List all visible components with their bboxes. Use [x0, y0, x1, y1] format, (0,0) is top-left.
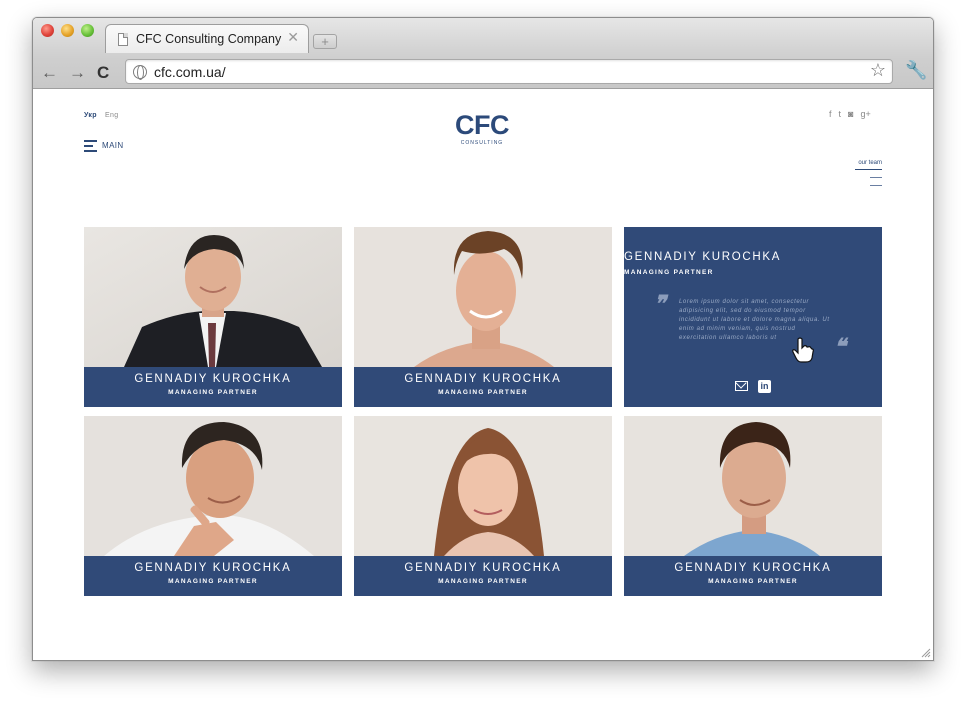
team-photo — [84, 416, 342, 556]
section-nav-dash[interactable] — [870, 177, 882, 178]
lang-ukr-link[interactable]: Укр — [84, 112, 97, 119]
team-member-role: MANAGING PARTNER — [438, 578, 528, 585]
team-member-name: GENNADIY KUROCHKA — [404, 562, 562, 574]
forward-arrow-icon[interactable]: → — [69, 64, 86, 81]
team-caption: GENNADIY KUROCHKA MANAGING PARTNER — [84, 556, 342, 596]
logo-subtitle: CONSULTING — [460, 140, 504, 146]
cfc-logo[interactable]: CFC CONSULTING — [454, 110, 510, 147]
browser-tab[interactable]: CFC Consulting Company ✕ — [105, 24, 309, 53]
instagram-icon[interactable]: ◙ — [848, 110, 853, 119]
team-photo — [624, 416, 882, 556]
back-arrow-icon[interactable]: ← — [41, 64, 58, 81]
logo-mark: CFC — [455, 110, 510, 140]
team-member-name: GENNADIY KUROCHKA — [134, 562, 292, 574]
social-links: f t ◙ g+ — [829, 110, 871, 119]
team-caption: GENNADIY KUROCHKA MANAGING PARTNER — [354, 556, 612, 596]
twitter-icon[interactable]: t — [839, 110, 842, 119]
team-photo — [84, 227, 342, 367]
section-nav-active-line — [855, 169, 882, 170]
wrench-icon[interactable]: 🔧 — [905, 61, 927, 79]
google-plus-icon[interactable]: g+ — [860, 110, 870, 119]
team-member-role: MANAGING PARTNER — [168, 389, 258, 396]
web-page: Укр Eng MAIN CFC CONSULTING f t ◙ g+ our… — [33, 90, 933, 660]
menu-label: MAIN — [102, 141, 124, 150]
browser-toolbar: CFC Consulting Company ✕ + ← → C cfc.com… — [33, 18, 933, 89]
team-member-name: GENNADIY KUROCHKA — [134, 373, 292, 385]
quote-open-icon: ❞ — [654, 291, 666, 317]
section-nav-dash[interactable] — [870, 185, 882, 186]
section-nav: our team — [855, 160, 882, 186]
team-member-role: MANAGING PARTNER — [708, 578, 798, 585]
team-card[interactable]: GENNADIY KUROCHKA MANAGING PARTNER — [354, 416, 612, 596]
globe-icon — [133, 65, 147, 80]
bookmark-star-icon[interactable]: ☆ — [870, 61, 886, 79]
browser-window: CFC Consulting Company ✕ + ← → C cfc.com… — [32, 17, 934, 661]
url-text[interactable]: cfc.com.ua/ — [154, 64, 226, 80]
team-photo — [354, 227, 612, 367]
team-member-role: MANAGING PARTNER — [438, 389, 528, 396]
page-icon — [118, 33, 128, 46]
linkedin-icon[interactable]: in — [758, 380, 771, 393]
tab-title: CFC Consulting Company — [136, 32, 282, 46]
team-card-featured[interactable]: GENNADIY KUROCHKA MANAGING PARTNER ❞ Lor… — [624, 227, 882, 407]
hand-cursor-icon — [792, 337, 814, 363]
team-card[interactable]: GENNADIY KUROCHKA MANAGING PARTNER — [84, 227, 342, 407]
tab-close-icon[interactable]: ✕ — [287, 30, 299, 44]
team-member-name: GENNADIY KUROCHKA — [674, 562, 832, 574]
new-tab-button[interactable]: + — [313, 34, 337, 49]
team-caption: GENNADIY KUROCHKA MANAGING PARTNER — [84, 367, 342, 407]
team-card[interactable]: GENNADIY KUROCHKA MANAGING PARTNER — [354, 227, 612, 407]
hamburger-icon — [84, 140, 97, 155]
team-card[interactable]: GENNADIY KUROCHKA MANAGING PARTNER — [624, 416, 882, 596]
team-member-role: MANAGING PARTNER — [168, 578, 258, 585]
minimize-window-button[interactable] — [61, 24, 74, 37]
team-photo — [354, 416, 612, 556]
team-member-role: MANAGING PARTNER — [624, 269, 714, 276]
address-bar[interactable]: cfc.com.ua/ ☆ — [125, 59, 893, 84]
team-member-name: GENNADIY KUROCHKA — [624, 251, 782, 263]
section-nav-our-team[interactable]: our team — [855, 160, 882, 166]
lang-eng-link[interactable]: Eng — [105, 112, 118, 119]
maximize-window-button[interactable] — [81, 24, 94, 37]
resize-grip-icon[interactable] — [921, 648, 931, 658]
mail-icon[interactable] — [735, 381, 748, 391]
reload-icon[interactable]: C — [97, 64, 109, 81]
close-window-button[interactable] — [41, 24, 54, 37]
team-caption: GENNADIY KUROCHKA MANAGING PARTNER — [354, 367, 612, 407]
facebook-icon[interactable]: f — [829, 110, 832, 119]
quote-close-icon: ❝ — [834, 334, 846, 360]
language-switcher: Укр Eng — [84, 112, 118, 119]
team-card[interactable]: GENNADIY KUROCHKA MANAGING PARTNER — [84, 416, 342, 596]
team-caption: GENNADIY KUROCHKA MANAGING PARTNER — [624, 556, 882, 596]
team-member-name: GENNADIY KUROCHKA — [404, 373, 562, 385]
